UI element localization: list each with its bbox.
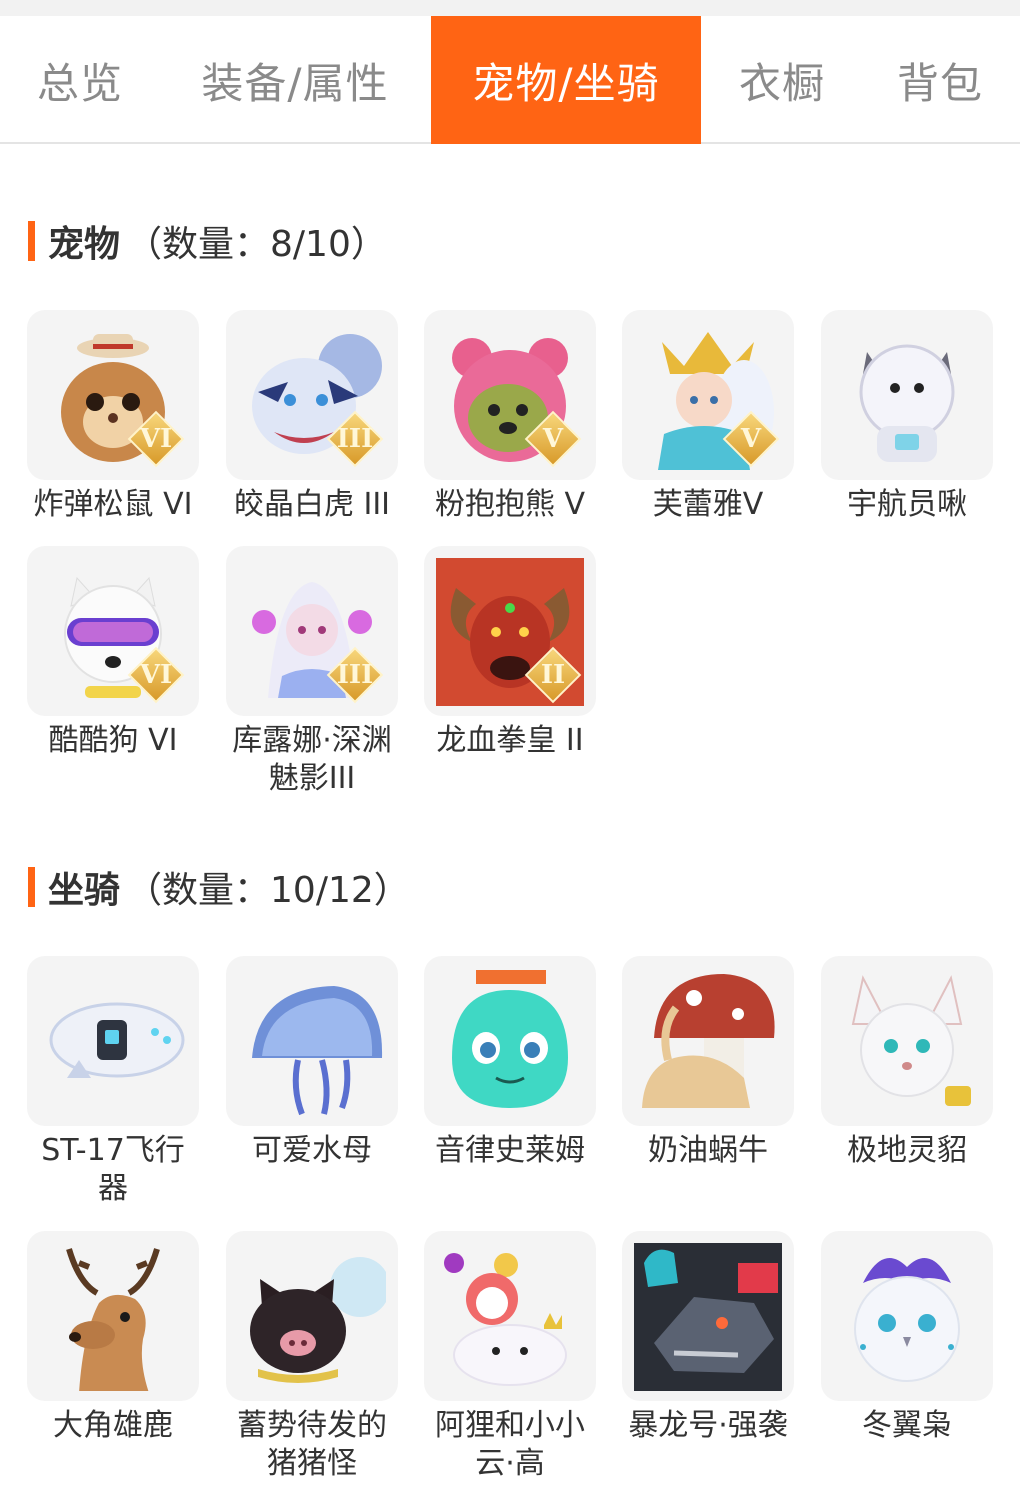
mounts-section-title: 坐骑 （数量：10/12） [28, 862, 410, 912]
mecha-dragon-icon [622, 1231, 794, 1401]
tab-overview[interactable]: 总览 [0, 16, 160, 144]
dragon-blood-icon: II [424, 546, 596, 716]
rank-badge: III [326, 410, 384, 468]
mount-item[interactable]: 奶油蜗牛 [622, 956, 794, 1170]
mount-name: 暴龙号·强袭 [628, 1408, 788, 1443]
rank-badge: VI [127, 646, 185, 704]
freya-icon: V [622, 310, 794, 480]
mount-name: 大角雄鹿 [53, 1408, 173, 1443]
pet-item[interactable]: V 芙蕾雅V [622, 310, 794, 524]
pet-item[interactable]: V 粉抱抱熊 V [424, 310, 596, 524]
pet-name: 芙蕾雅V [652, 487, 764, 522]
pet-name: 炸弹松鼠 VI [33, 487, 193, 522]
rank-badge: V [722, 410, 780, 468]
jellyfish-icon [226, 956, 398, 1126]
rank-badge: V [524, 410, 582, 468]
tab-backpack[interactable]: 背包 [870, 16, 1010, 144]
pet-item[interactable]: III 皎晶白虎 III [226, 310, 398, 524]
section-accent-bar [28, 221, 35, 261]
tab-pets-mounts[interactable]: 宠物/坐骑 [431, 16, 701, 144]
mount-item[interactable]: 音律史莱姆 [424, 956, 596, 1170]
mount-item[interactable]: 极地灵貂 [821, 956, 993, 1170]
slime-icon [424, 956, 596, 1126]
pet-item[interactable]: VI 酷酷狗 VI [27, 546, 199, 760]
mount-name: 蓄势待发的猪猪怪 [237, 1408, 387, 1481]
pet-item[interactable]: III 库露娜·深渊魅影III [226, 546, 398, 798]
pet-item[interactable]: VI 炸弹松鼠 VI [27, 310, 199, 524]
pets-count: （数量：8/10） [126, 224, 387, 265]
snail-icon [622, 956, 794, 1126]
pet-name: 粉抱抱熊 V [434, 487, 586, 522]
aircraft-icon [27, 956, 199, 1126]
mount-item[interactable]: 阿狸和小小云·高 [424, 1231, 596, 1483]
rank-badge: III [326, 646, 384, 704]
pet-item[interactable]: II 龙血拳皇 II [424, 546, 596, 760]
section-accent-bar [28, 867, 35, 907]
stag-icon [27, 1231, 199, 1401]
astronaut-icon [821, 310, 993, 480]
mount-item[interactable]: 可爱水母 [226, 956, 398, 1170]
mount-name: 冬翼枭 [862, 1408, 952, 1443]
mount-name: 可爱水母 [252, 1133, 372, 1168]
mount-item[interactable]: 蓄势待发的猪猪怪 [226, 1231, 398, 1483]
kuluna-icon: III [226, 546, 398, 716]
pet-name: 酷酷狗 VI [48, 723, 178, 758]
mount-item[interactable]: 冬翼枭 [821, 1231, 993, 1445]
pet-item[interactable]: 宇航员啾 [821, 310, 993, 524]
owl-icon [821, 1231, 993, 1401]
pig-icon [226, 1231, 398, 1401]
pet-name: 龙血拳皇 II [436, 723, 584, 758]
mount-name: 奶油蜗牛 [648, 1133, 768, 1168]
pets-section-title: 宠物 （数量：8/10） [28, 216, 387, 266]
white-tiger-icon: III [226, 310, 398, 480]
pet-name: 库露娜·深渊魅影III [232, 723, 392, 796]
top-strip [0, 0, 1020, 16]
mounts-title: 坐骑 [48, 870, 121, 911]
tab-bar: 总览 装备/属性 宠物/坐骑 衣橱 背包 [0, 16, 1020, 144]
mount-name: 极地灵貂 [847, 1133, 967, 1168]
tab-equipment-attributes[interactable]: 装备/属性 [170, 16, 420, 144]
polar-mink-icon [821, 956, 993, 1126]
pets-title: 宠物 [48, 224, 121, 265]
tab-wardrobe[interactable]: 衣橱 [712, 16, 852, 144]
ali-cloud-icon [424, 1231, 596, 1401]
rank-badge: VI [127, 410, 185, 468]
mounts-count: （数量：10/12） [126, 870, 410, 911]
squirrel-icon: VI [27, 310, 199, 480]
pet-name: 皎晶白虎 III [233, 487, 391, 522]
mount-item[interactable]: ST-17飞行器 [27, 956, 199, 1208]
mount-name: 阿狸和小小云·高 [435, 1408, 585, 1481]
pink-bear-icon: V [424, 310, 596, 480]
mount-name: ST-17飞行器 [41, 1133, 185, 1206]
mount-item[interactable]: 暴龙号·强袭 [622, 1231, 794, 1445]
mount-item[interactable]: 大角雄鹿 [27, 1231, 199, 1445]
mount-name: 音律史莱姆 [435, 1133, 585, 1168]
pet-name: 宇航员啾 [847, 487, 967, 522]
rank-badge: II [524, 646, 582, 704]
cool-dog-icon: VI [27, 546, 199, 716]
